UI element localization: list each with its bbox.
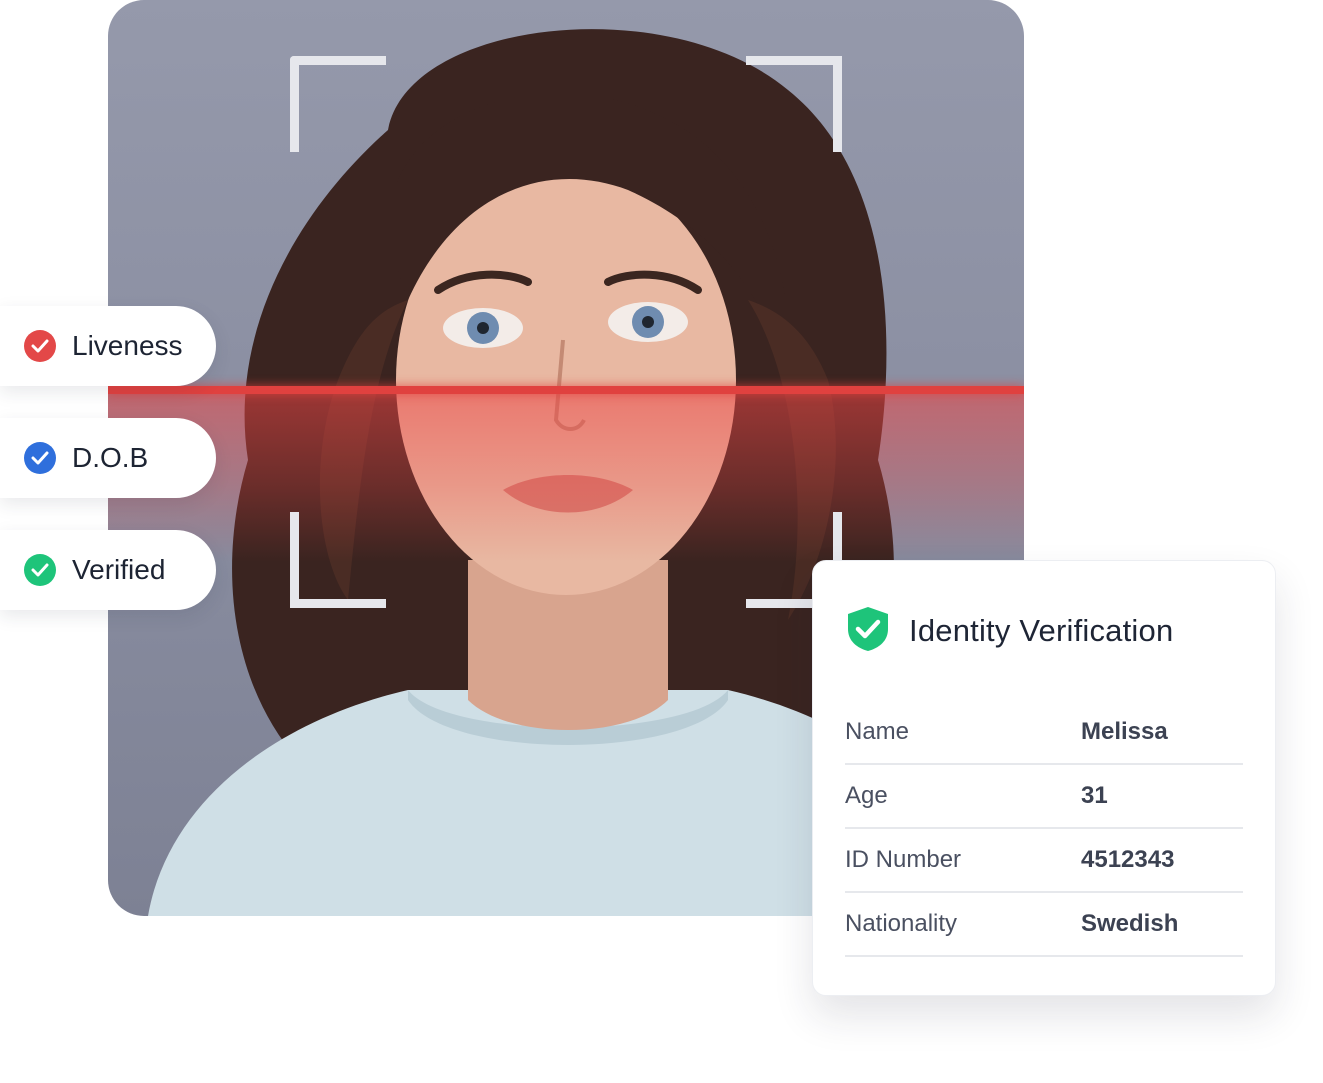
status-label: D.O.B [72, 442, 149, 473]
table-row: Nationality Swedish [845, 893, 1243, 957]
row-key: Nationality [845, 910, 958, 937]
check-icon [24, 442, 56, 474]
status-pill-verified: Verified [0, 530, 216, 610]
scan-line [108, 386, 1024, 394]
card-title: Identity Verification [909, 613, 1174, 648]
status-pill-dob: D.O.B [0, 418, 216, 498]
frame-corner-bottom-left [290, 512, 386, 608]
table-row: ID Number 4512343 [845, 829, 1243, 893]
table-row: Age 31 [845, 765, 1243, 829]
scan-glow [108, 392, 1024, 562]
status-pill-liveness: Liveness [0, 306, 216, 386]
row-value: 31 [1081, 782, 1108, 809]
row-key: ID Number [845, 846, 962, 873]
row-value: 4512343 [1081, 846, 1175, 873]
frame-corner-top-right [746, 56, 842, 152]
row-value: Swedish [1081, 910, 1179, 937]
check-icon [24, 554, 56, 586]
card-header: Identity Verification [845, 561, 1243, 701]
check-icon [24, 330, 56, 362]
table-row: Name Melissa [845, 701, 1243, 765]
row-key: Age [845, 782, 888, 809]
row-value: Melissa [1081, 718, 1168, 745]
row-key: Name [845, 718, 910, 745]
identity-verification-card: Identity Verification Name Melissa Age 3… [812, 560, 1276, 996]
frame-corner-top-left [290, 56, 386, 152]
status-label: Liveness [72, 330, 183, 361]
status-label: Verified [72, 554, 166, 585]
shield-check-icon [845, 605, 891, 658]
